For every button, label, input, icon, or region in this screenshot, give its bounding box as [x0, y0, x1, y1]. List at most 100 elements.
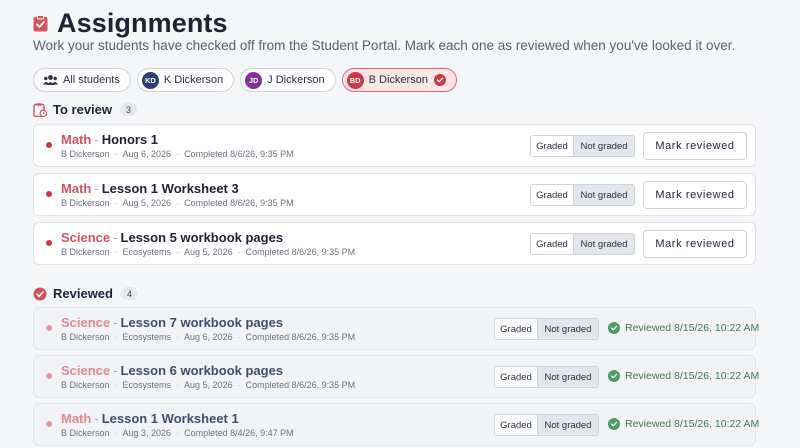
reviewed-status: Reviewed 8/15/26, 10:22 AM [608, 418, 759, 430]
filter-all-students[interactable]: All students [33, 68, 131, 92]
check-circle-icon [608, 418, 620, 430]
status-dot [46, 421, 52, 427]
student-name: B Dickerson [61, 380, 110, 390]
graded-option[interactable]: Graded [495, 367, 538, 387]
not-graded-option[interactable]: Not graded [538, 415, 598, 435]
completed-time: Completed 8/6/26, 9:35 PM [245, 247, 356, 257]
filter-b-dickerson[interactable]: BD B Dickerson [341, 68, 457, 92]
check-circle-icon [33, 287, 47, 300]
completed-time: Completed 8/6/26, 9:35 PM [184, 198, 294, 208]
assignment-title: Lesson 1 Worksheet 3 [101, 181, 239, 196]
assignment-title: Lesson 1 Worksheet 1 [101, 411, 239, 426]
status-dot [46, 142, 52, 148]
filter-j-dickerson[interactable]: JD J Dickerson [240, 68, 336, 92]
status-dot [46, 373, 52, 379]
count-badge: 3 [120, 103, 138, 116]
reviewed-time: Reviewed 8/15/26, 10:22 AM [625, 322, 760, 334]
assignment-card: Math - Lesson 1 Worksheet 3 B Dickerson · Au… [33, 173, 756, 216]
graded-option[interactable]: Graded [495, 415, 538, 435]
assignment-card: Science - Lesson 6 workbook pages B Dicker… [33, 355, 759, 398]
subject-label: Science [61, 363, 111, 378]
assignment-title-line: Science - Lesson 7 workbook pages [61, 315, 283, 330]
title-separator: - [113, 230, 118, 245]
graded-option[interactable]: Graded [495, 319, 538, 339]
grading-toggle: Graded Not graded [494, 366, 599, 388]
title-separator: - [94, 132, 99, 147]
mark-reviewed-button[interactable]: Mark reviewed [643, 230, 747, 258]
filter-k-dickerson[interactable]: KD K Dickerson [136, 68, 235, 92]
page-header: Assignments [33, 6, 228, 40]
assignment-date: Aug 5, 2026 [184, 380, 233, 390]
assignment-card: Science - Lesson 5 workbook pages B Dicker… [33, 222, 756, 265]
subject-label: Math [61, 132, 92, 147]
clipboard-clock-icon [33, 102, 47, 117]
status-dot [46, 240, 52, 246]
unit-name: Ecosystems [122, 247, 172, 257]
page-title: Assignments [57, 7, 228, 38]
assignment-card: Math - Lesson 1 Worksheet 1 B Dickerson · Au… [33, 403, 759, 446]
assignment-date: Aug 6, 2026 [122, 149, 172, 159]
section-title: To review [53, 102, 113, 117]
assignment-title: Honors 1 [101, 132, 159, 147]
student-name: B Dickerson [61, 149, 110, 159]
avatar: KD [141, 71, 159, 89]
assignment-title-line: Science - Lesson 5 workbook pages [61, 230, 283, 245]
title-separator: - [113, 315, 118, 330]
reviewed-status: Reviewed 8/15/26, 10:22 AM [608, 322, 759, 334]
completed-time: Completed 8/6/26, 9:35 PM [245, 332, 356, 342]
assignment-title-line: Math - Honors 1 [61, 132, 158, 147]
check-circle-icon [433, 74, 446, 86]
avatar: BD [346, 71, 364, 89]
status-dot [46, 191, 52, 197]
assignment-meta: B Dickerson · Aug 6, 2026 · Completed 8/6/26… [61, 149, 294, 159]
check-circle-icon [608, 322, 620, 334]
assignment-title: Lesson 5 workbook pages [120, 230, 284, 245]
graded-option[interactable]: Graded [531, 136, 574, 156]
completed-time: Completed 8/6/26, 9:35 PM [184, 149, 294, 159]
reviewed-status: Reviewed 8/15/26, 10:22 AM [608, 370, 759, 382]
assignment-title-line: Science - Lesson 6 workbook pages [61, 363, 283, 378]
subject-label: Math [61, 411, 92, 426]
not-graded-option[interactable]: Not graded [574, 234, 634, 254]
to-review-heading: To review 3 [33, 102, 138, 117]
filter-label: K Dickerson [163, 74, 224, 86]
student-name: B Dickerson [61, 428, 110, 438]
check-circle-icon [608, 370, 620, 382]
assignment-card: Science - Lesson 7 workbook pages B Dicker… [33, 307, 759, 350]
count-badge: 4 [120, 287, 138, 300]
not-graded-option[interactable]: Not graded [538, 319, 598, 339]
assignment-title-line: Math - Lesson 1 Worksheet 1 [61, 411, 239, 426]
grading-toggle: Graded Not graded [494, 414, 599, 436]
grading-toggle: Graded Not graded [530, 233, 635, 255]
subject-label: Science [61, 315, 111, 330]
not-graded-option[interactable]: Not graded [574, 136, 634, 156]
assignment-card: Math - Honors 1 B Dickerson · Aug 6, 2026 · Co… [33, 124, 756, 167]
not-graded-option[interactable]: Not graded [538, 367, 598, 387]
graded-option[interactable]: Graded [531, 234, 574, 254]
assignment-title: Lesson 7 workbook pages [120, 315, 284, 330]
assignment-meta: B Dickerson · Ecosystems · Aug 5, 2026 · Compl… [61, 247, 356, 257]
mark-reviewed-button[interactable]: Mark reviewed [643, 132, 747, 160]
reviewed-time: Reviewed 8/15/26, 10:22 AM [625, 370, 760, 382]
graded-option[interactable]: Graded [531, 185, 574, 205]
filter-label: B Dickerson [368, 74, 428, 86]
reviewed-heading: Reviewed 4 [33, 286, 138, 301]
filter-label: J Dickerson [267, 74, 325, 86]
assignment-date: Aug 3, 2026 [122, 428, 172, 438]
assignment-meta: B Dickerson · Ecosystems · Aug 5, 2026 · Compl… [61, 380, 356, 390]
unit-name: Ecosystems [122, 332, 172, 342]
assignment-date: Aug 6, 2026 [184, 332, 233, 342]
grading-toggle: Graded Not graded [530, 135, 635, 157]
assignment-meta: B Dickerson · Aug 3, 2026 · Completed 8/4/26… [61, 428, 294, 438]
clipboard-check-icon [33, 14, 48, 31]
not-graded-option[interactable]: Not graded [574, 185, 634, 205]
mark-reviewed-button[interactable]: Mark reviewed [643, 181, 747, 209]
student-name: B Dickerson [61, 247, 110, 257]
status-dot [46, 325, 52, 331]
page-subtitle: Work your students have checked off from… [33, 38, 736, 53]
assignment-date: Aug 5, 2026 [122, 198, 172, 208]
subject-label: Science [61, 230, 111, 245]
reviewed-time: Reviewed 8/15/26, 10:22 AM [625, 418, 760, 430]
completed-time: Completed 8/4/26, 9:47 PM [184, 428, 294, 438]
grading-toggle: Graded Not graded [494, 318, 599, 340]
